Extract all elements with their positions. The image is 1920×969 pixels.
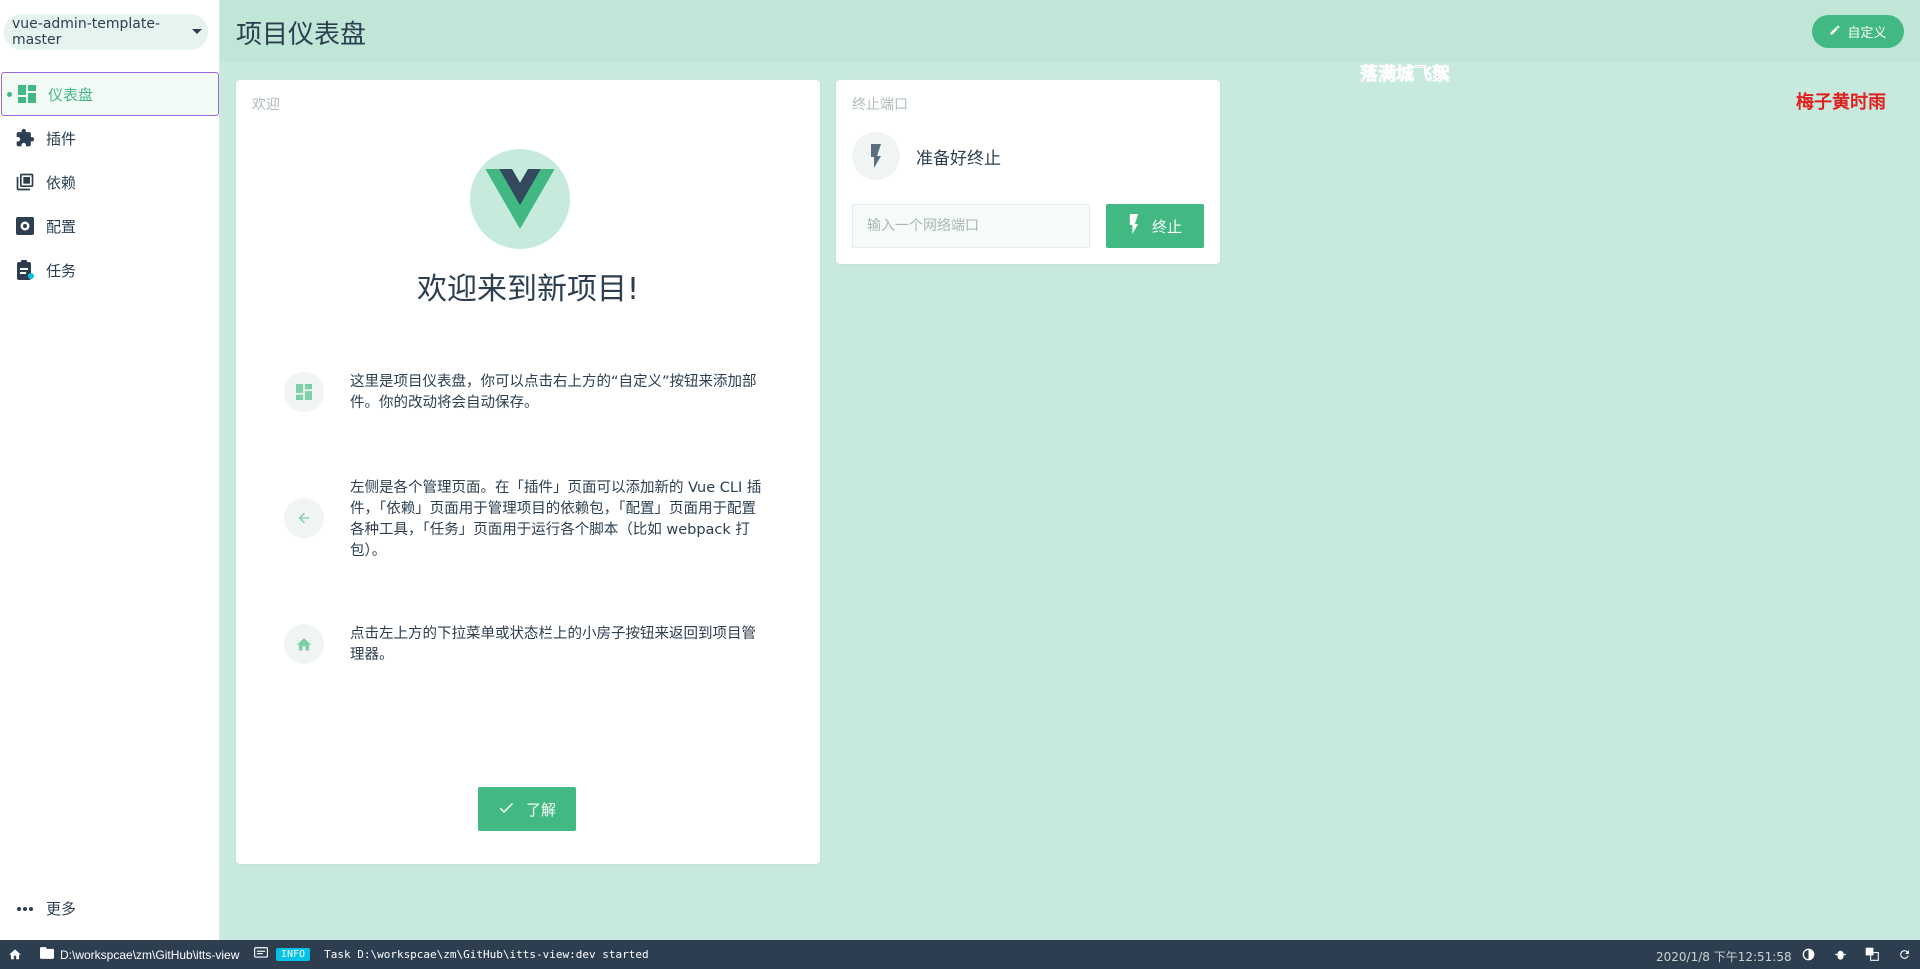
status-time: 2020/1/8 下午12:51:58 <box>1656 950 1792 964</box>
sidebar-item-label: 依赖 <box>46 173 77 192</box>
widget-title: 欢迎 <box>252 97 280 113</box>
arrow-left-icon <box>284 498 324 538</box>
active-indicator <box>7 92 12 97</box>
message-icon <box>254 947 268 962</box>
got-it-button[interactable]: 了解 <box>478 787 576 831</box>
sidebar-nav: 仪表盘 插件 依赖 配置 任务 <box>0 72 220 292</box>
translate-icon[interactable] <box>1864 946 1880 962</box>
tip-item: 点击左上方的下拉菜单或状态栏上的小房子按钮来返回到项目管理器。 <box>284 624 764 666</box>
sidebar-item-label: 配置 <box>46 217 77 236</box>
got-it-label: 了解 <box>525 800 556 819</box>
status-bar: D:\workspcae\zm\GitHub\itts-view INFO Ta… <box>0 940 1920 969</box>
project-dropdown[interactable]: vue-admin-template-master <box>4 14 208 50</box>
settings-icon <box>14 215 36 237</box>
customize-label: 自定义 <box>1847 26 1887 41</box>
more-horiz-icon <box>14 906 36 911</box>
tip-text: 点击左上方的下拉菜单或状态栏上的小房子按钮来返回到项目管理器。 <box>350 626 756 663</box>
customize-button[interactable]: 自定义 <box>1812 15 1904 48</box>
sidebar: vue-admin-template-master 仪表盘 插件 依赖 配置 任… <box>0 0 220 940</box>
sidebar-item-plugins[interactable]: 插件 <box>0 116 220 160</box>
sidebar-item-label: 任务 <box>46 261 77 280</box>
sidebar-item-label: 仪表盘 <box>48 85 94 104</box>
status-text: 准备好终止 <box>916 148 1001 169</box>
last-log[interactable]: INFO Task D:\workspcae\zm\GitHub\itts-vi… <box>254 947 649 962</box>
vue-logo-icon <box>470 149 570 249</box>
chevron-down-icon <box>192 29 202 34</box>
page-header: 项目仪表盘 自定义 <box>220 0 1920 62</box>
kill-status: 准备好终止 <box>852 132 1001 180</box>
log-message: Task D:\workspcae\zm\GitHub\itts-view:de… <box>324 948 649 961</box>
more-button[interactable]: 更多 <box>14 898 76 919</box>
refresh-icon[interactable] <box>1896 946 1912 962</box>
sidebar-item-dependencies[interactable]: 依赖 <box>0 160 220 204</box>
bug-report-icon[interactable] <box>1832 946 1848 962</box>
kill-button[interactable]: 终止 <box>1106 204 1204 248</box>
status-actions <box>1800 946 1912 962</box>
home-icon <box>284 624 324 664</box>
overlay-text: 落满城飞絮 <box>1360 64 1451 86</box>
flash-icon <box>1128 214 1140 238</box>
sidebar-item-label: 插件 <box>46 129 77 148</box>
welcome-heading: 欢迎来到新项目! <box>416 272 640 307</box>
dark-mode-icon[interactable] <box>1800 946 1816 962</box>
project-path-text: D:\workspcae\zm\GitHub\itts-view <box>60 947 240 962</box>
welcome-widget: 欢迎 欢迎来到新项目! 这里是项目仪表盘，你可以点击右上方的“自定义”按钮来添加… <box>236 80 820 864</box>
project-path[interactable]: D:\workspcae\zm\GitHub\itts-view <box>40 947 239 962</box>
overlay-text: 梅子黄时雨 <box>1796 92 1886 113</box>
widget-title: 终止端口 <box>852 97 908 113</box>
puzzle-icon <box>14 127 36 149</box>
sidebar-item-tasks[interactable]: 任务 <box>0 248 220 292</box>
home-icon[interactable] <box>8 947 22 964</box>
assignment-icon <box>14 259 36 281</box>
more-label: 更多 <box>46 900 77 918</box>
tip-text: 这里是项目仪表盘，你可以点击右上方的“自定义”按钮来添加部件。你的改动将会自动保… <box>350 374 757 411</box>
tip-text: 左侧是各个管理页面。在「插件」页面可以添加新的 Vue CLI 插件，「依赖」页… <box>350 480 762 559</box>
edit-icon <box>1829 24 1841 40</box>
dashboard-icon <box>16 83 38 105</box>
project-name: vue-admin-template-master <box>12 16 160 48</box>
page-title: 项目仪表盘 <box>236 20 367 50</box>
port-input[interactable] <box>852 204 1090 248</box>
check-icon <box>498 800 516 818</box>
tip-item: 这里是项目仪表盘，你可以点击右上方的“自定义”按钮来添加部件。你的改动将会自动保… <box>284 372 764 414</box>
log-level-badge: INFO <box>276 948 311 961</box>
sidebar-item-configuration[interactable]: 配置 <box>0 204 220 248</box>
tip-item: 左侧是各个管理页面。在「插件」页面可以添加新的 Vue CLI 插件，「依赖」页… <box>284 478 764 562</box>
dashboard-icon <box>284 372 324 412</box>
kill-port-widget: 终止端口 准备好终止 终止 <box>836 80 1220 264</box>
library-books-icon <box>14 171 36 193</box>
kill-label: 终止 <box>1151 217 1182 236</box>
sidebar-item-dashboard[interactable]: 仪表盘 <box>1 72 219 116</box>
flash-icon <box>852 132 900 180</box>
folder-icon <box>40 947 54 962</box>
